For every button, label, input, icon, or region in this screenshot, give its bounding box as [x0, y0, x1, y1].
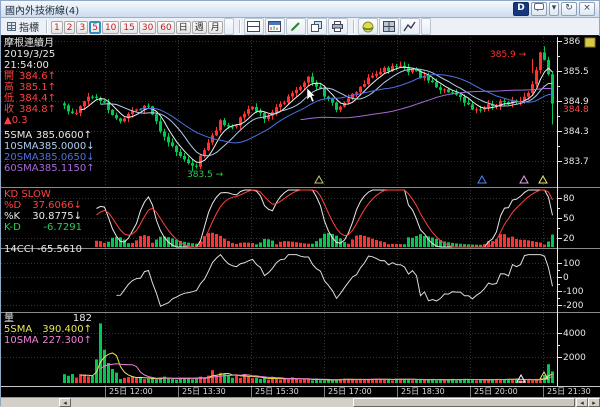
globe-icon[interactable]	[357, 18, 378, 35]
period-button-日[interactable]: 日	[175, 21, 191, 34]
period-button-5[interactable]: 5	[89, 21, 101, 34]
svg-text:80: 80	[563, 194, 575, 204]
chart-window-icon[interactable]	[264, 18, 285, 35]
chart-canvas[interactable]: 386385.5384.9384.3383.78050201000-100-20…	[1, 36, 600, 386]
time-label: 25日 12:00	[105, 387, 178, 397]
indicator-icon	[7, 22, 16, 31]
svg-text:2000: 2000	[563, 353, 586, 363]
window-controls: D ▾ ↻ ×	[513, 2, 595, 16]
titlebar: 國內外技術線(4) D ▾ ↻ ×	[1, 1, 599, 18]
dropdown-button[interactable]: ▾	[549, 2, 559, 16]
draw-pencil-icon[interactable]	[285, 18, 306, 35]
time-label: 25日 15:30	[251, 387, 324, 397]
svg-text:50: 50	[563, 214, 575, 224]
period-button-60[interactable]: 60	[157, 21, 175, 34]
svg-text:383.5 →: 383.5 →	[187, 170, 224, 180]
refresh-button[interactable]: ↻	[561, 2, 577, 16]
time-label: 25日 13:30	[178, 387, 251, 397]
svg-text:384.8: 384.8	[563, 105, 589, 115]
split-window-icon[interactable]	[243, 18, 264, 35]
time-label: 25日 17:00	[324, 387, 397, 397]
close-button[interactable]: ×	[579, 2, 595, 16]
period-button-月[interactable]: 月	[207, 21, 223, 34]
svg-text:384.3: 384.3	[563, 127, 589, 137]
svg-text:383.7: 383.7	[563, 157, 589, 167]
time-label: 25日 18:30	[397, 387, 470, 397]
period-button-15[interactable]: 15	[120, 21, 138, 34]
toolbar-separator	[352, 20, 354, 33]
period-button-週[interactable]: 週	[191, 21, 207, 34]
toolbar: 指標 1 2 3 5 10 15 30 60 日週月	[1, 18, 599, 36]
svg-text:20: 20	[563, 234, 575, 244]
period-button-10[interactable]: 10	[101, 21, 120, 34]
svg-text:100: 100	[563, 259, 580, 269]
period-buttons: 1 2 3 5 10 15 30 60 日週月	[51, 17, 224, 36]
svg-text:-100: -100	[563, 287, 584, 297]
time-label: 25日 20:00	[470, 387, 543, 397]
copy-pages-icon[interactable]	[306, 18, 327, 35]
svg-text:385.5: 385.5	[563, 67, 589, 77]
indicator-label: 指標	[19, 23, 39, 34]
window-title: 國內外技術線(4)	[5, 5, 80, 17]
time-axis: 25日 12:00 25日 13:30 25日 15:30 25日 17:00 25日 …	[1, 386, 600, 397]
period-button-2[interactable]: 2	[63, 21, 76, 34]
comment-bubble-icon[interactable]	[531, 2, 547, 16]
time-label: 25日 21:30	[543, 387, 600, 397]
trendline-icon[interactable]	[399, 18, 420, 35]
toolbar-separator	[238, 20, 240, 33]
svg-text:4000: 4000	[563, 329, 586, 339]
svg-text:385.9 →: 385.9 →	[490, 50, 527, 60]
indicator-menu-button[interactable]: 指標	[4, 20, 42, 34]
svg-text:0: 0	[563, 273, 569, 283]
grid-settings-icon[interactable]	[378, 18, 399, 35]
svg-text:-200: -200	[563, 301, 584, 311]
period-button-1[interactable]: 1	[51, 21, 63, 34]
printer-icon[interactable]	[327, 18, 348, 35]
toolbar-separator	[46, 20, 47, 33]
period-more-button[interactable]	[223, 18, 234, 35]
technical-analysis-window: 國內外技術線(4) D ▾ ↻ × 指標 1 2 3 5 10 15 30 60 日週月	[0, 0, 600, 407]
svg-text:386: 386	[563, 37, 580, 47]
period-button-30[interactable]: 30	[138, 21, 157, 34]
d-button[interactable]: D	[513, 2, 529, 16]
period-button-3[interactable]: 3	[76, 21, 89, 34]
trendline-more-button[interactable]	[420, 18, 431, 35]
